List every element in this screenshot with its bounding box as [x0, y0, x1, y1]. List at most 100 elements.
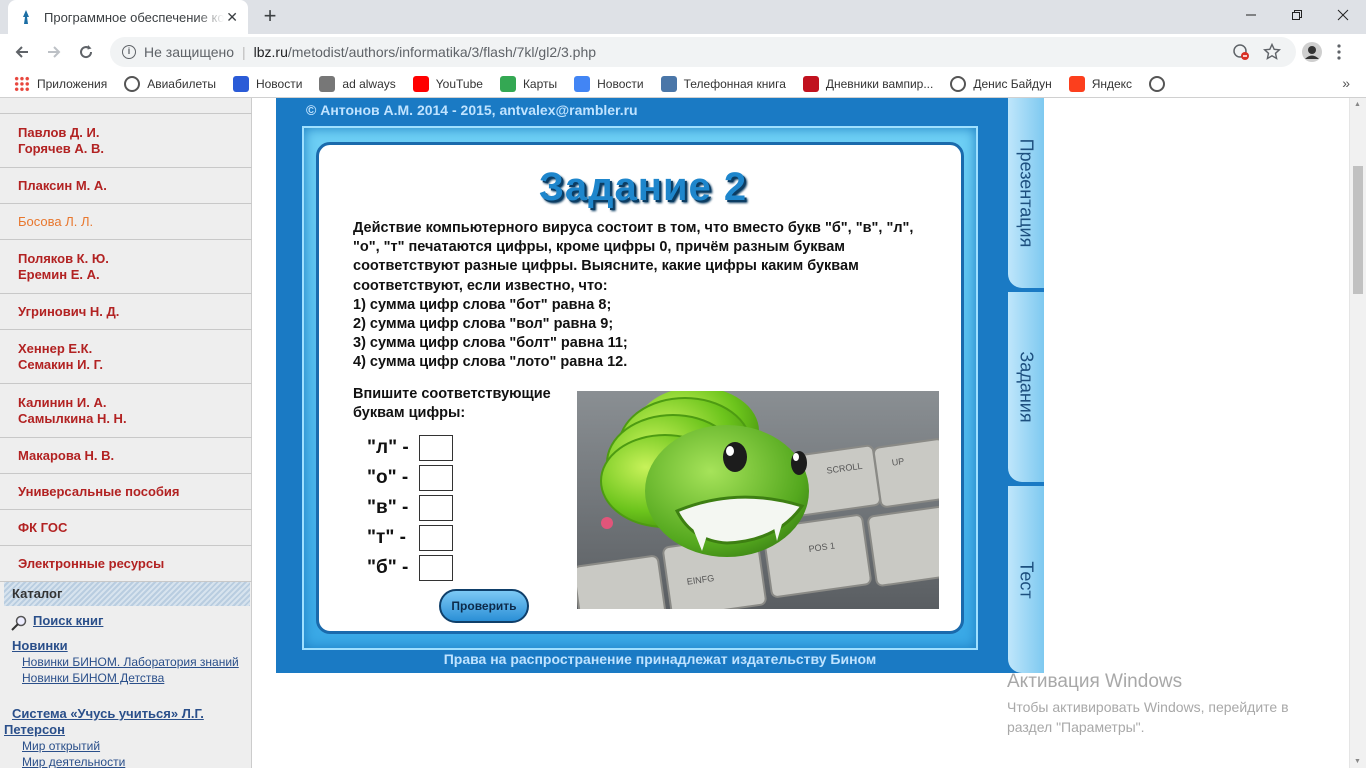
new-tab-button[interactable]: + [258, 5, 282, 29]
restore-button[interactable] [1274, 0, 1320, 30]
tab-presentation[interactable]: Презентация [1008, 98, 1044, 288]
bookmark-item[interactable]: Денис Байдун [950, 75, 1052, 92]
novelties-binom-lab-link[interactable]: Новинки БИНОМ. Лаборатория знаний [22, 655, 239, 669]
windows-activation-watermark: Активация Windows Чтобы активировать Win… [1007, 671, 1289, 737]
answer-digit-input[interactable] [419, 525, 453, 551]
sidebar-item-label: Универсальные пособия [18, 483, 180, 499]
scroll-up-icon[interactable]: ▲ [1354, 101, 1361, 108]
sidebar-author-item[interactable]: ФК ГОС [0, 510, 252, 546]
bookmark-item[interactable]: ad always [319, 75, 396, 92]
task-text-line: 3) сумма цифр слова "болт" равна 11; [353, 335, 628, 352]
globe-icon [950, 75, 967, 92]
bookmark-label: ad always [342, 76, 396, 91]
globe-icon [1149, 75, 1166, 92]
answer-letter-label: "б" - [367, 557, 409, 578]
info-icon[interactable]: i [122, 45, 136, 59]
forward-button[interactable] [42, 40, 66, 64]
bookmark-item[interactable]: Приложения [14, 75, 108, 92]
bookmark-item[interactable]: Новости [232, 75, 302, 92]
svg-text:UP: UP [891, 456, 905, 468]
browser-tab[interactable]: Программное обеспечение ко ✕ [8, 0, 248, 34]
sidebar-author-item[interactable]: Хеннер Е.К. Семакин И. Г. [0, 330, 252, 384]
sidebar-author-item[interactable]: Босова Л. Л. [0, 204, 252, 240]
check-button[interactable]: Проверить [439, 589, 529, 623]
blocked-content-icon[interactable] [1232, 43, 1250, 61]
more-bookmarks-icon[interactable]: » [1342, 75, 1350, 91]
prompt-line-1: Впишите соответствующие [353, 386, 551, 402]
close-tab-icon[interactable]: ✕ [226, 9, 238, 25]
world-activity-link[interactable]: Мир деятельности [22, 755, 125, 768]
sidebar-item-label: Плаксин М. А. [18, 177, 107, 193]
answer-digit-input[interactable] [419, 495, 453, 521]
bookmark-item[interactable]: YouTube [412, 75, 483, 92]
address-bar[interactable]: i Не защищено | lbz.ru/metodist/authors/… [110, 37, 1296, 67]
scroll-thumb[interactable] [1353, 166, 1363, 294]
sidebar-author-item[interactable]: Поляков К. Ю. Еремин Е. А. [0, 240, 252, 294]
bookmark-item[interactable]: Авиабилеты [124, 75, 216, 92]
world-open-link[interactable]: Мир открытий [22, 739, 100, 753]
close-window-button[interactable] [1320, 0, 1366, 30]
flash-module: © Антонов А.М. 2014 - 2015, antvalex@ram… [276, 98, 1044, 673]
search-books-link[interactable]: Поиск книг [33, 613, 103, 628]
sidebar-author-item[interactable]: Универсальные пособия [0, 474, 252, 510]
sidebar-author-item[interactable]: Плаксин М. А. [0, 168, 252, 204]
profile-avatar-icon[interactable] [1302, 42, 1322, 62]
tab-test[interactable]: Тест [1008, 486, 1044, 673]
menu-dots-icon[interactable] [1336, 43, 1342, 61]
reload-button[interactable] [74, 40, 98, 64]
back-button[interactable] [10, 40, 34, 64]
toy-worm-on-keyboard-photo: SCROLL UP POS 1 EINFG [577, 391, 939, 609]
task-card: Задание 2 Действие компьютерного вируса … [316, 142, 964, 634]
globe-icon[interactable] [1149, 75, 1172, 92]
forward-arrow-icon [48, 46, 61, 58]
bookmark-item[interactable]: Телефонная книга [660, 75, 786, 92]
bookmark-label: Дневники вампир... [825, 76, 934, 91]
system-peterson-link[interactable]: Система «Учусь учиться» Л.Г. [12, 706, 204, 721]
scroll-down-icon[interactable]: ▼ [1354, 758, 1361, 765]
worm-keyboard-illustration: SCROLL UP POS 1 EINFG [577, 391, 939, 609]
bookmark-item[interactable]: Яндекс [1068, 75, 1132, 92]
tab-tasks[interactable]: Задания [1008, 292, 1044, 482]
sidebar-author-item[interactable]: Макарова Н. В. [0, 438, 252, 474]
apps-icon [14, 75, 30, 92]
answer-digit-input[interactable] [419, 555, 453, 581]
vk-icon [660, 75, 677, 92]
sidebar-item-label: Макарова Н. В. [18, 447, 115, 463]
task-description: Действие компьютерного вируса состоит в … [353, 219, 953, 373]
answer-digit-input[interactable] [419, 435, 453, 461]
rights-text: Права на распространение принадлежат изд… [443, 651, 877, 667]
back-arrow-icon [15, 46, 28, 58]
bookmark-label: YouTube [435, 76, 483, 91]
restore-icon [1292, 10, 1302, 20]
bookmark-label: Новости [597, 76, 644, 91]
catalog-header: Каталог [4, 582, 250, 606]
answer-digit-input[interactable] [419, 465, 453, 491]
answer-row: "о" - [367, 465, 453, 491]
bookmark-label: Приложения [37, 76, 108, 91]
wa-icon [802, 75, 819, 92]
answer-letter-label: "т" - [367, 527, 406, 548]
task-text-line: соответствуют разные цифры. Выясните, ка… [353, 258, 859, 275]
novelties-link[interactable]: Новинки [12, 638, 68, 653]
yandex-icon [1068, 75, 1085, 92]
security-label: Не защищено [144, 44, 234, 60]
bookmark-item[interactable]: Новости [574, 75, 644, 92]
minimize-button[interactable] [1228, 0, 1274, 30]
system-peterson-link-line2[interactable]: Петерсон [4, 722, 65, 737]
bookmark-star-icon[interactable] [1263, 43, 1281, 61]
sidebar-author-item[interactable]: Павлов Д. И. Горячев А. В. [0, 114, 252, 168]
sidebar-author-item[interactable]: Угринович Н. Д. [0, 294, 252, 330]
novelties-binom-kids-link[interactable]: Новинки БИНОМ Детства [22, 671, 164, 685]
page-icon [319, 75, 336, 92]
answer-letter-label: "л" - [367, 437, 409, 458]
page-scrollbar[interactable]: ▲ ▼ [1349, 98, 1366, 768]
bookmark-item[interactable]: Карты [499, 75, 557, 92]
sidebar-author-item[interactable]: Калинин И. А. Самылкина Н. Н. [0, 384, 252, 438]
separator: | [242, 44, 246, 60]
bookmark-item[interactable]: Дневники вампир... [802, 75, 934, 92]
bookmark-label: Авиабилеты [147, 76, 216, 91]
sidebar-author-item[interactable]: Электронные ресурсы [0, 546, 252, 582]
sidebar-item-label: Самылкина Н. Н. [18, 410, 127, 426]
magnifier-icon [11, 615, 27, 631]
url-path: /metodist/authors/informatika/3/flash/7k… [287, 44, 597, 60]
